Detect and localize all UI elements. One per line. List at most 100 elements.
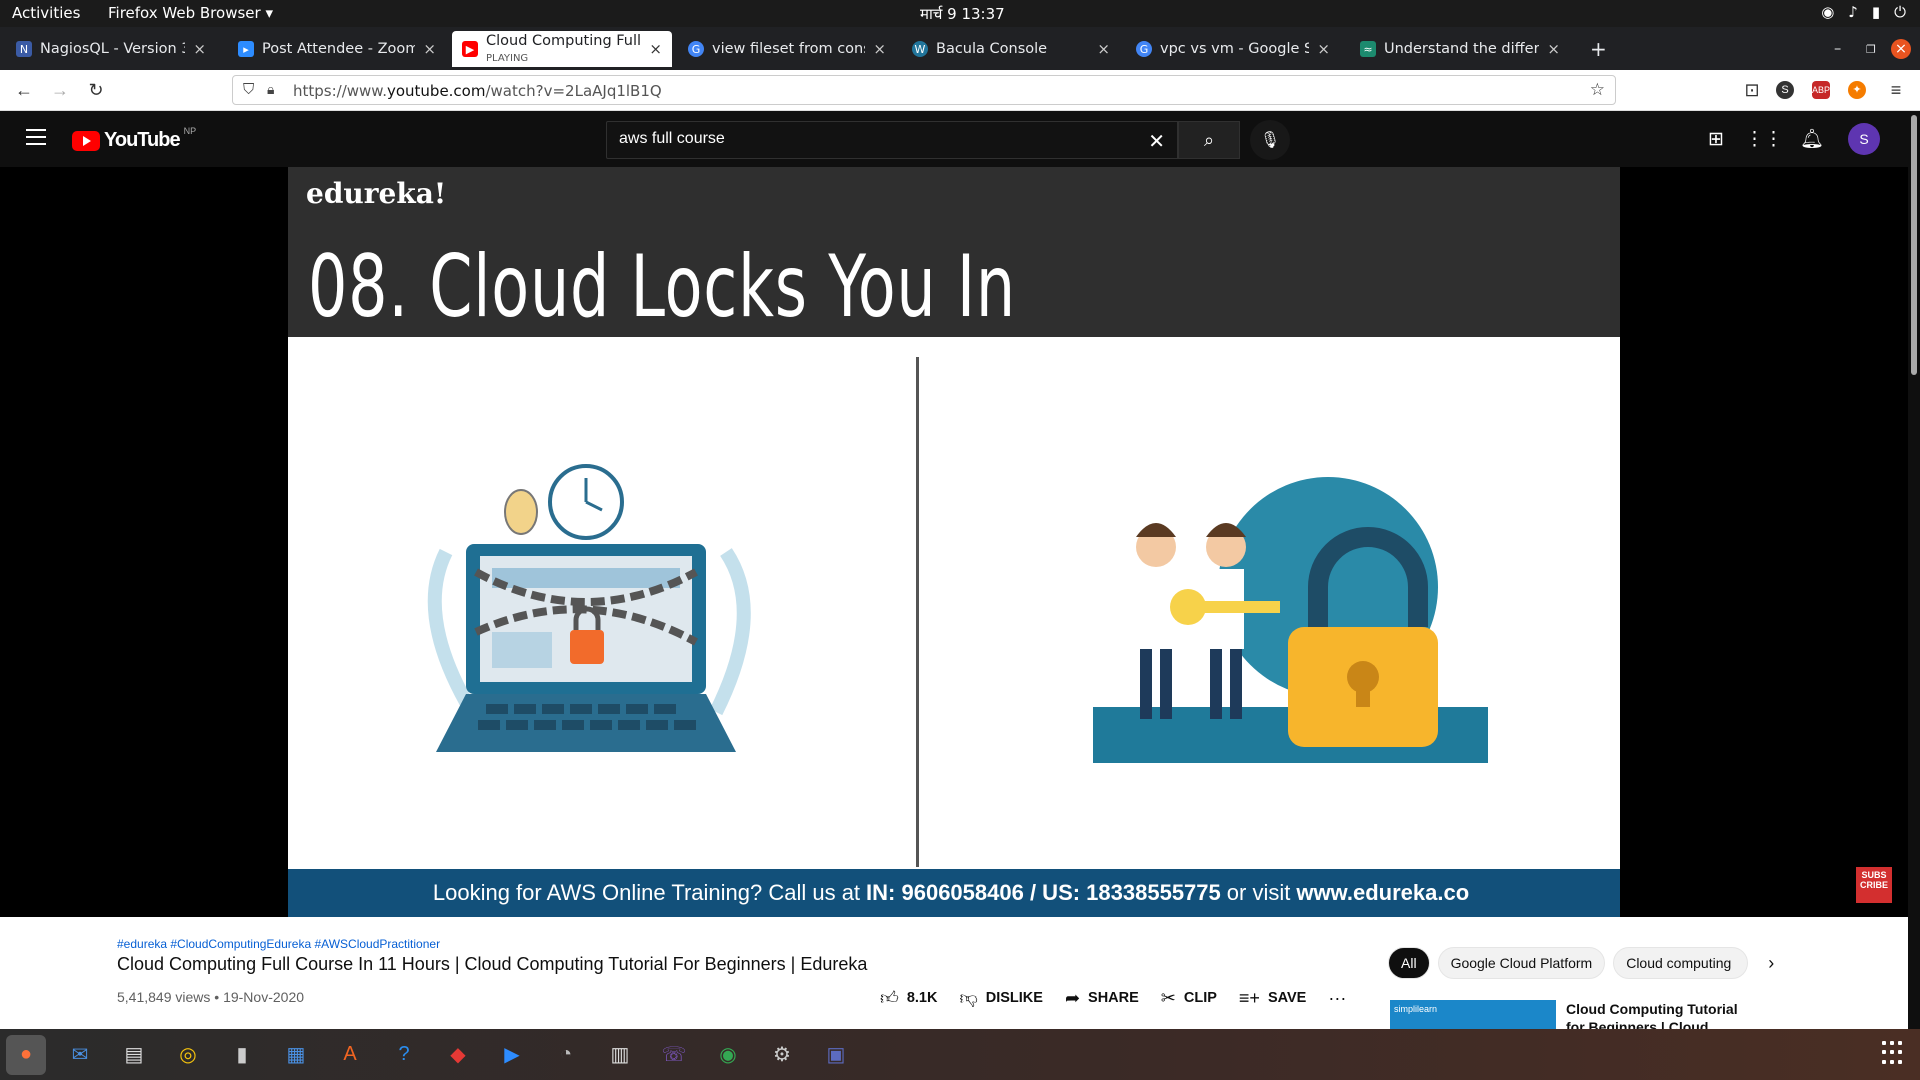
document-viewer-icon[interactable]: ▥ [600,1035,640,1075]
apps-grid-icon[interactable]: ⋮⋮ [1745,127,1783,151]
tab-label: vpc vs vm - Google Search [1160,41,1310,57]
close-icon[interactable]: × [193,40,206,58]
filter-chips: All Google Cloud Platform Cloud computin… [1388,947,1774,979]
scrollbar-thumb[interactable] [1911,115,1917,375]
share-button[interactable]: ➦ SHARE [1065,988,1139,1009]
firefox-icon[interactable]: ● [6,1034,46,1075]
notifications-bell-icon[interactable]: 🔔︎ [1800,127,1824,151]
video-actions: 👍︎ 8.1K 👎︎ DISLIKE ➦ SHARE ✂ CLIP ≡+ SAVE ··· [880,987,1346,1009]
page-scrollbar[interactable] [1908,111,1920,1029]
navigation-bar: ← → ↻ ⛉ 🔒︎ https://www.youtube.com/watch… [0,70,1920,111]
zoom-app-icon[interactable]: ▶ [492,1035,532,1075]
clock-app-icon[interactable]: ◔ [546,1035,586,1075]
restore-button[interactable]: ❐ [1856,31,1882,67]
pocket-icon[interactable]: ⊡ [1742,80,1762,100]
close-icon[interactable]: × [1547,40,1560,58]
recommended-title[interactable]: Cloud Computing Tutorial for Beginners |… [1566,1000,1756,1030]
chip-google-cloud-platform[interactable]: Google Cloud Platform [1437,947,1606,979]
tab-bacula[interactable]: W Bacula Console × [902,31,1120,67]
close-icon[interactable]: × [1317,40,1330,58]
shield-icon[interactable]: ⛉ [243,81,254,98]
software-center-icon[interactable]: A [330,1035,370,1075]
youtube-header: YouTube NP ✕ ⌕ 🎙︎ ⊞ ⋮⋮ 🔔︎ S [0,111,1920,167]
header-actions: ⊞ ⋮⋮ 🔔︎ S [1704,123,1880,155]
search-box[interactable]: ✕ [606,121,1178,159]
menu-icon[interactable]: ≡ [1886,80,1906,100]
minimize-button[interactable]: – [1824,31,1850,67]
like-button[interactable]: 👍︎ 8.1K [880,987,937,1009]
tab-zoom[interactable]: ▸ Post Attendee - Zoom × [228,31,446,67]
plus-icon: + [1590,37,1607,61]
files-icon[interactable]: ▤ [114,1035,154,1075]
search-input[interactable] [619,130,1119,148]
extension-icon[interactable]: ✦ [1848,81,1866,99]
dislike-button[interactable]: 👎︎ DISLIKE [959,987,1042,1009]
edureka-logo: edureka! [306,177,447,210]
close-window-button[interactable]: × [1888,31,1914,67]
tab-playing-label: PLAYING [486,53,529,64]
video-player[interactable]: edureka! 08. Cloud Locks You In Looking … [0,167,1920,917]
bookmark-star-icon[interactable]: ☆ [1590,80,1605,100]
tab-view-fileset[interactable]: G view fileset from console × [678,31,896,67]
avatar[interactable]: S [1848,123,1880,155]
close-icon[interactable]: × [873,40,886,58]
back-button[interactable]: ← [14,80,34,100]
chevron-right-icon[interactable]: › [1768,953,1774,974]
thunderbird-icon[interactable]: ✉ [60,1035,100,1075]
chip-cloud-computing[interactable]: Cloud computing [1613,947,1749,979]
url-domain: youtube.com [386,82,486,100]
tab-youtube-active[interactable]: ▶ Cloud Computing Full Co PLAYING × [452,31,672,67]
hashtags[interactable]: #edureka #CloudComputingEdureka #AWSClou… [117,937,440,951]
lock-icon[interactable]: 🔒︎ [267,81,274,98]
close-icon[interactable]: × [649,40,662,58]
video-meta: 5,41,849 views • 19-Nov-2020 [117,989,305,1005]
anydesk-icon[interactable]: ◆ [438,1035,478,1075]
url-text[interactable]: https://www.youtube.com/watch?v=2LaAJq1l… [293,82,662,100]
voice-search-button[interactable]: 🎙︎ [1250,120,1290,160]
playlist-add-icon: ≡+ [1238,987,1260,1008]
activities-button[interactable]: Activities [12,4,80,22]
footer-text: Looking for AWS Online Training? Call us… [432,880,861,905]
tab-nagiosql[interactable]: N NagiosQL - Version 3.2.0 × [6,31,216,67]
video-frame[interactable]: edureka! 08. Cloud Locks You In Looking … [288,167,1620,917]
chip-all[interactable]: All [1388,947,1430,979]
tab-vpc-vs-vm[interactable]: G vpc vs vm - Google Search × [1126,31,1340,67]
close-icon[interactable]: × [423,40,436,58]
clock[interactable]: मार्च 9 13:37 [920,4,1005,24]
chrome-icon[interactable]: ◉ [708,1035,748,1075]
tab-label: Bacula Console [936,41,1048,57]
new-tab-button[interactable]: + [1580,31,1610,67]
rhythmbox-icon[interactable]: ◎ [168,1035,208,1075]
search-button[interactable]: ⌕ [1178,121,1240,159]
show-applications-icon[interactable] [1882,1041,1906,1065]
adblock-icon[interactable]: ABP [1812,81,1830,99]
create-video-icon[interactable]: ⊞ [1704,127,1728,151]
slide-footer: Looking for AWS Online Training? Call us… [288,869,1620,917]
subscribe-watermark[interactable]: SUBS CRIBE [1856,867,1892,903]
hamburger-menu-icon[interactable] [26,129,46,145]
youtube-logo[interactable]: YouTube NP [72,126,196,152]
system-tray[interactable]: ◉ ♪ ▮ ⏻ [1821,3,1906,21]
app-menu[interactable]: Firefox Web Browser ▾ [108,4,273,22]
terminal-icon[interactable]: ▮ [222,1035,262,1075]
tab-understand[interactable]: ≈ Understand the differen × [1350,31,1570,67]
extension-s-icon[interactable]: S [1776,81,1794,99]
power-icon: ⏻ [1894,3,1906,21]
clear-search-icon[interactable]: ✕ [1148,129,1165,154]
footer-phone: IN: 9606058406 / US: 18338555775 [866,880,1221,905]
writer-icon[interactable]: ▦ [276,1035,316,1075]
site-icon: ≈ [1360,41,1376,57]
forward-button[interactable]: → [50,80,70,100]
url-bar[interactable]: ⛉ 🔒︎ https://www.youtube.com/watch?v=2La… [232,75,1616,105]
screenshot-icon[interactable]: ▣ [816,1035,856,1075]
save-button[interactable]: ≡+ SAVE [1239,988,1306,1009]
settings-icon[interactable]: ⚙ [762,1035,802,1075]
close-icon[interactable]: × [1097,40,1110,58]
youtube-icon: ▶ [462,41,478,57]
more-actions-button[interactable]: ··· [1328,988,1346,1009]
clip-button[interactable]: ✂ CLIP [1161,988,1217,1009]
reload-button[interactable]: ↻ [86,80,106,100]
like-count: 8.1K [906,990,938,1006]
help-icon[interactable]: ? [384,1035,424,1075]
viber-icon[interactable]: ☏ [654,1035,694,1075]
